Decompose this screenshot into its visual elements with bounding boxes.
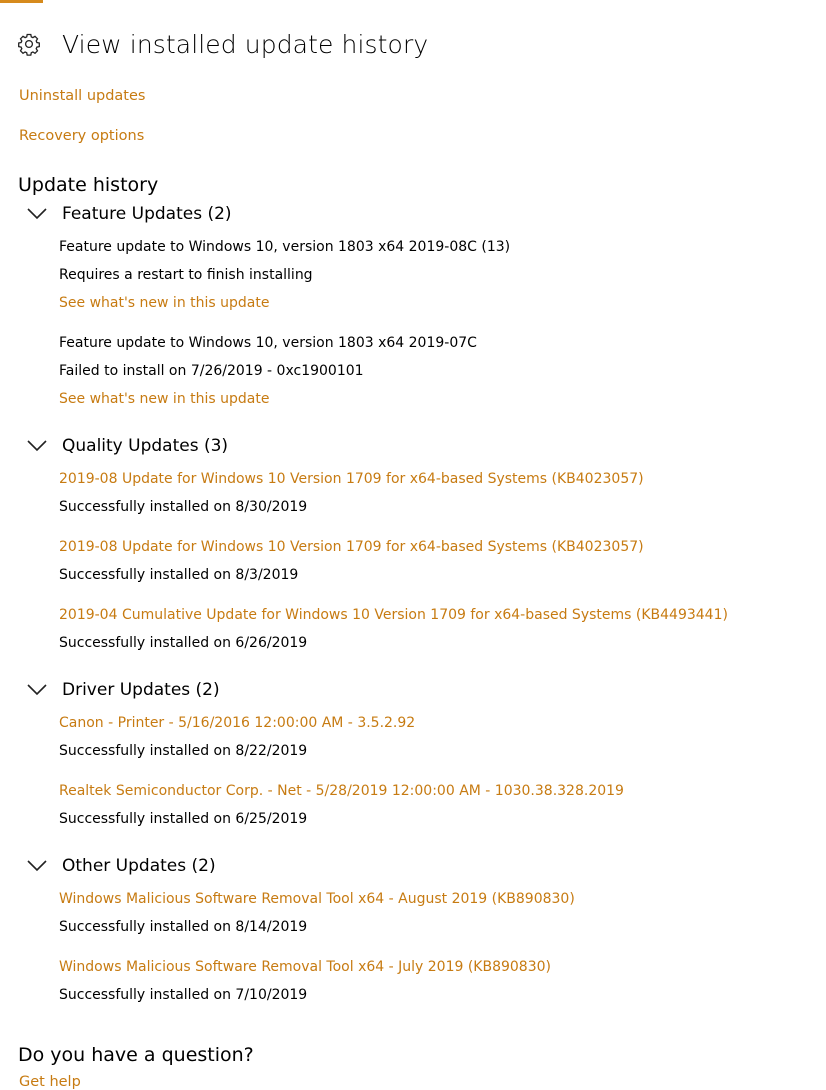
group-header-quality-updates[interactable]: Quality Updates (3) — [27, 436, 228, 456]
group-name: Other Updates (2) — [62, 856, 216, 876]
whats-new-link[interactable]: See what's new in this update — [59, 295, 269, 311]
question-heading: Do you have a question? — [18, 1044, 254, 1066]
chevron-down-icon — [27, 440, 47, 452]
chevron-down-icon — [27, 860, 47, 872]
uninstall-updates-link[interactable]: Uninstall updates — [19, 88, 145, 104]
page-header: View installed update history — [17, 28, 428, 60]
update-status: Requires a restart to finish installing — [59, 267, 313, 283]
update-link[interactable]: 2019-08 Update for Windows 10 Version 17… — [59, 539, 644, 555]
update-link[interactable]: 2019-08 Update for Windows 10 Version 17… — [59, 471, 644, 487]
update-link[interactable]: 2019-04 Cumulative Update for Windows 10… — [59, 607, 728, 623]
group-header-driver-updates[interactable]: Driver Updates (2) — [27, 680, 220, 700]
update-history-heading: Update history — [18, 174, 159, 196]
update-link[interactable]: Realtek Semiconductor Corp. - Net - 5/28… — [59, 783, 624, 799]
update-link[interactable]: Canon - Printer - 5/16/2016 12:00:00 AM … — [59, 715, 415, 731]
update-status: Successfully installed on 8/14/2019 — [59, 919, 308, 935]
update-status: Successfully installed on 8/30/2019 — [59, 499, 308, 515]
recovery-options-link[interactable]: Recovery options — [19, 128, 144, 144]
update-status: Successfully installed on 8/3/2019 — [59, 567, 299, 583]
update-link[interactable]: Windows Malicious Software Removal Tool … — [59, 959, 551, 975]
chevron-down-icon — [27, 208, 47, 220]
update-title: Feature update to Windows 10, version 18… — [59, 239, 511, 255]
update-status: Successfully installed on 7/10/2019 — [59, 987, 308, 1003]
update-link[interactable]: Windows Malicious Software Removal Tool … — [59, 891, 575, 907]
group-name: Driver Updates (2) — [62, 680, 220, 700]
update-status: Successfully installed on 6/25/2019 — [59, 811, 308, 827]
page-title: View installed update history — [62, 29, 429, 59]
group-name: Feature Updates (2) — [62, 204, 232, 224]
update-status: Successfully installed on 6/26/2019 — [59, 635, 308, 651]
chevron-down-icon — [27, 684, 47, 696]
get-help-link[interactable]: Get help — [19, 1074, 81, 1090]
whats-new-link[interactable]: See what's new in this update — [59, 391, 269, 407]
update-status: Failed to install on 7/26/2019 - 0xc1900… — [59, 363, 364, 379]
group-header-other-updates[interactable]: Other Updates (2) — [27, 856, 216, 876]
group-name: Quality Updates (3) — [62, 436, 229, 456]
group-header-feature-updates[interactable]: Feature Updates (2) — [27, 204, 232, 224]
gear-icon — [18, 33, 40, 56]
update-title: Feature update to Windows 10, version 18… — [59, 335, 477, 351]
update-status: Successfully installed on 8/22/2019 — [59, 743, 308, 759]
accent-bar — [0, 0, 43, 3]
